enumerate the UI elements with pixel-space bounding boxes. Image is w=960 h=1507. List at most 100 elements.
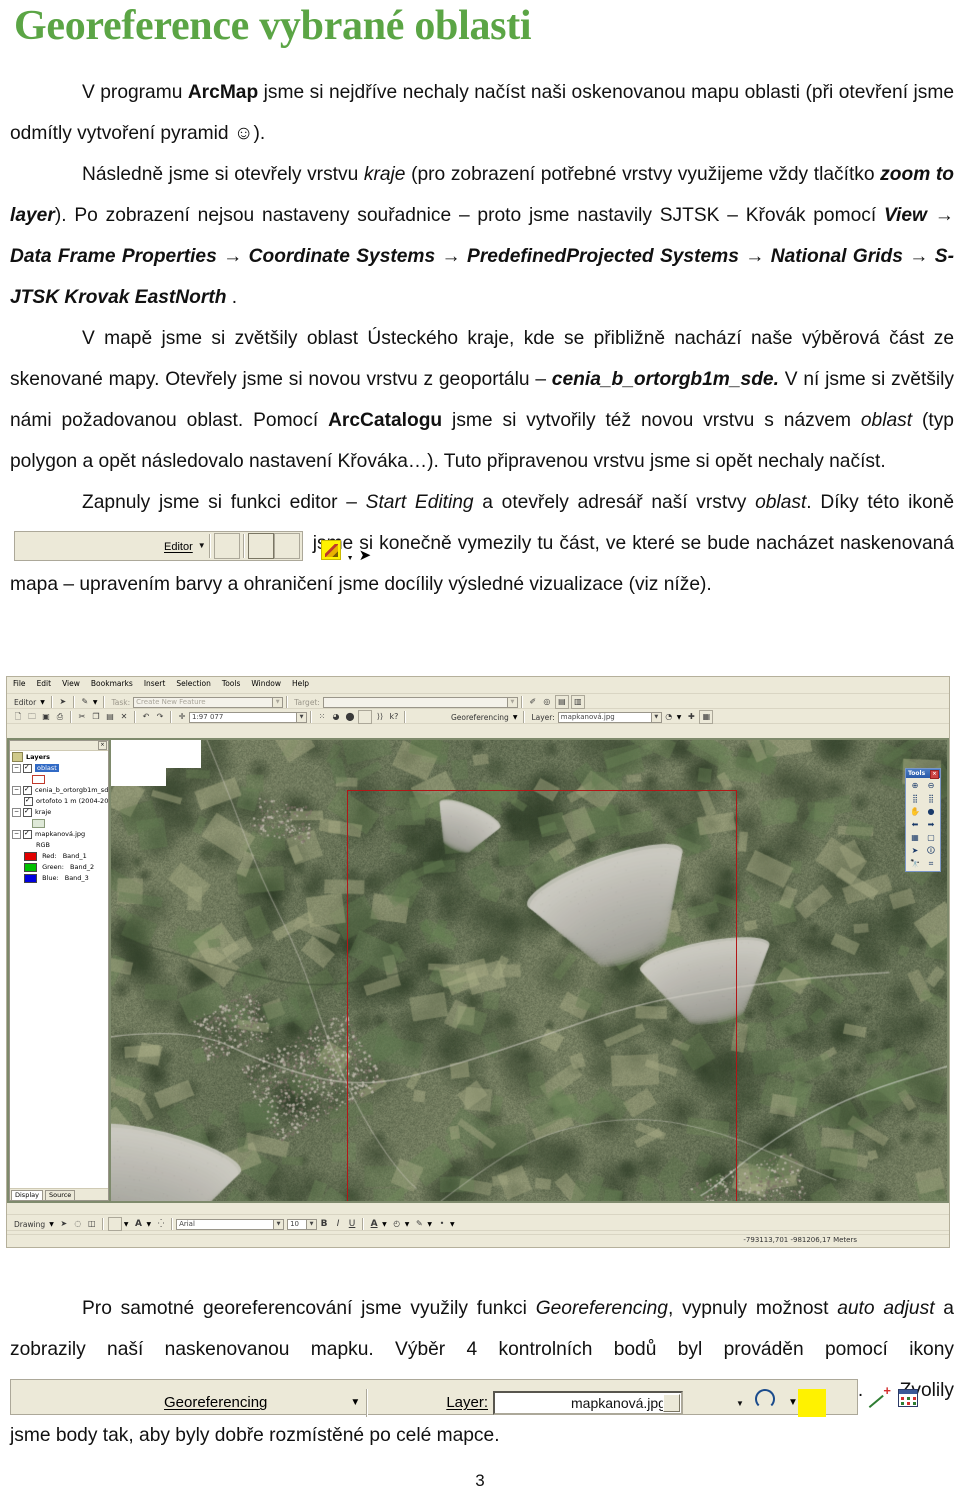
layer-visibility-checkbox[interactable] bbox=[23, 828, 32, 839]
editor-menu-button[interactable]: Editor bbox=[14, 698, 36, 707]
menu-item-window[interactable]: Window bbox=[251, 679, 281, 688]
view-link-table-icon[interactable] bbox=[826, 1388, 918, 1417]
sketch-properties-icon[interactable]: ✐ bbox=[527, 696, 539, 708]
delete-icon[interactable]: ✕ bbox=[118, 711, 130, 723]
sketch-pencil-icon[interactable] bbox=[247, 533, 341, 560]
collapse-icon[interactable]: − bbox=[12, 829, 21, 839]
tab-display[interactable]: Display bbox=[11, 1190, 43, 1200]
select-features-icon[interactable]: ▦ bbox=[907, 831, 923, 844]
menu-item-insert[interactable]: Insert bbox=[144, 679, 166, 688]
chevron-down-icon[interactable]: ▼ bbox=[513, 714, 518, 721]
chevron-down-icon[interactable]: ▼ bbox=[382, 1221, 387, 1228]
georef-layer-combobox[interactable]: mapkanová.jpg ▼ bbox=[493, 1390, 744, 1415]
task-combobox[interactable]: Create New Feature ▼ bbox=[133, 696, 284, 708]
new-text-icon[interactable]: A bbox=[132, 1218, 144, 1230]
target-combobox[interactable]: ▼ bbox=[322, 696, 518, 708]
georeferencing-menu-button[interactable]: Georeferencing bbox=[86, 1382, 273, 1423]
menu-item-view[interactable]: View bbox=[62, 679, 80, 688]
toc-sublayer-ortofoto[interactable]: ortofoto 1 m (2004-2006 bbox=[10, 795, 108, 806]
save-icon[interactable]: ▣ bbox=[40, 711, 52, 723]
sketch-window-icon[interactable]: ▥ bbox=[570, 695, 585, 709]
line-color-icon[interactable]: ✎ bbox=[413, 1218, 425, 1230]
rotate-element-icon[interactable]: ◌ bbox=[72, 1218, 84, 1230]
georeferencing-menu-button[interactable]: Georeferencing bbox=[451, 713, 509, 722]
layer-visibility-checkbox[interactable] bbox=[24, 795, 33, 806]
chevron-down-icon[interactable]: ▼ bbox=[677, 714, 682, 721]
chevron-down-icon[interactable]: ▼ bbox=[650, 712, 661, 722]
edit-tool-icon[interactable]: ➤ bbox=[57, 696, 69, 708]
menu-item-selection[interactable]: Selection bbox=[176, 679, 211, 688]
view-link-table-icon[interactable]: ▦ bbox=[699, 710, 714, 724]
chevron-down-icon[interactable]: ▼ bbox=[198, 541, 206, 550]
add-data-icon[interactable]: ✛ bbox=[176, 711, 188, 723]
chevron-down-icon[interactable]: ▼ bbox=[93, 699, 98, 706]
underline-button[interactable]: U bbox=[346, 1218, 358, 1230]
zoom-out-icon[interactable]: ⊖ bbox=[923, 779, 939, 792]
font-size-combobox[interactable]: 10 ▼ bbox=[287, 1218, 318, 1230]
chevron-down-icon[interactable]: ▼ bbox=[506, 697, 517, 707]
italic-button[interactable]: I bbox=[332, 1218, 344, 1230]
fixed-zoom-in-icon[interactable]: ⣿ bbox=[907, 792, 923, 805]
add-control-point-icon[interactable]: ✚ bbox=[685, 711, 697, 723]
cut-icon[interactable]: ✂ bbox=[76, 711, 88, 723]
full-extent-icon[interactable]: ● bbox=[923, 805, 939, 818]
model-builder-icon[interactable]: ⬤ bbox=[344, 711, 356, 723]
chevron-down-icon[interactable]: ▼ bbox=[450, 1221, 455, 1228]
undo-icon[interactable]: ↶ bbox=[140, 711, 152, 723]
menu-item-edit[interactable]: Edit bbox=[37, 679, 52, 688]
chevron-down-icon[interactable]: ▼ bbox=[306, 1219, 317, 1229]
pan-icon[interactable]: ✋ bbox=[907, 805, 923, 818]
arctoolbox-icon[interactable]: ◕ bbox=[330, 711, 342, 723]
previous-extent-icon[interactable]: ⬅ bbox=[907, 818, 923, 831]
attributes-icon[interactable]: ◎ bbox=[541, 696, 553, 708]
map-scale-combobox[interactable]: 1:97 077 ▼ bbox=[189, 711, 307, 723]
collapse-icon[interactable]: − bbox=[12, 785, 21, 795]
nudge-icon[interactable]: ⁛ bbox=[155, 1218, 167, 1230]
rotate-icon[interactable] bbox=[683, 1388, 776, 1417]
chevron-down-icon[interactable]: ▼ bbox=[273, 533, 354, 562]
chevron-down-icon[interactable]: ▼ bbox=[272, 697, 283, 707]
close-icon[interactable]: × bbox=[930, 770, 939, 779]
font-name-combobox[interactable]: Arial ▼ bbox=[176, 1218, 285, 1230]
arrow-cursor-icon[interactable]: ➤ bbox=[213, 533, 371, 564]
sketch-tool-icon[interactable]: ✎ bbox=[79, 696, 91, 708]
new-document-icon[interactable]: 🗋 bbox=[12, 711, 24, 723]
chevron-down-icon[interactable]: ▼ bbox=[40, 699, 45, 706]
oblast-polygon-outline[interactable] bbox=[347, 790, 737, 1201]
paste-icon[interactable]: ▤ bbox=[104, 711, 116, 723]
tools-palette[interactable]: Tools × ⊕ ⊖ ⣿ ⣿ ✋ ● ⬅ ➡ ▦ ▢ ➤ 🛈 🔭 ⌗ bbox=[905, 768, 941, 872]
select-elements-icon[interactable]: ➤ bbox=[58, 1218, 70, 1230]
table-of-contents-panel[interactable]: × Layers −oblast −cenia_b_ortorgb1m_sde … bbox=[9, 740, 109, 1201]
chevron-down-icon[interactable]: ▼ bbox=[663, 1393, 744, 1412]
chevron-down-icon[interactable]: ▼ bbox=[49, 1221, 54, 1228]
new-rectangle-icon[interactable] bbox=[107, 1217, 122, 1231]
bold-button[interactable]: B bbox=[318, 1218, 330, 1230]
add-control-point-icon[interactable] bbox=[797, 1386, 891, 1417]
close-icon[interactable]: × bbox=[98, 741, 107, 750]
chevron-down-icon[interactable]: ▼ bbox=[273, 1219, 284, 1229]
fill-color-icon[interactable]: ◴ bbox=[391, 1218, 403, 1230]
layer-visibility-checkbox[interactable] bbox=[23, 806, 32, 817]
show-map-tips-icon[interactable] bbox=[358, 710, 372, 724]
attributes-window-icon[interactable]: ▤ bbox=[554, 695, 569, 709]
marker-color-icon[interactable]: • bbox=[436, 1218, 448, 1230]
rotate-icon[interactable]: ◔ bbox=[663, 711, 675, 723]
zoom-in-icon[interactable]: ⊕ bbox=[907, 779, 923, 792]
collapse-icon[interactable]: − bbox=[12, 763, 21, 773]
clear-selection-icon[interactable]: ▢ bbox=[923, 831, 939, 844]
next-extent-icon[interactable]: ➡ bbox=[923, 818, 939, 831]
map-bottom-scroll-strip[interactable] bbox=[111, 1203, 947, 1213]
menu-item-bookmarks[interactable]: Bookmarks bbox=[91, 679, 133, 688]
toc-layer-mapkanova[interactable]: − mapkanová.jpg bbox=[10, 828, 108, 839]
toc-layer-oblast[interactable]: − oblast bbox=[10, 762, 108, 773]
menu-item-tools[interactable]: Tools bbox=[222, 679, 240, 688]
chevron-down-icon[interactable]: ▼ bbox=[296, 712, 306, 722]
layer-visibility-checkbox[interactable] bbox=[23, 762, 32, 773]
toc-layer-kraje[interactable]: − kraje bbox=[10, 806, 108, 817]
editor-toolbar-icon[interactable]: ⁙ bbox=[316, 711, 328, 723]
find-icon[interactable]: 🔭 bbox=[907, 857, 923, 870]
print-icon[interactable]: ⎙ bbox=[54, 711, 66, 723]
whats-this-icon[interactable]: k? bbox=[388, 711, 400, 723]
toc-layer-cenia[interactable]: − cenia_b_ortorgb1m_sde bbox=[10, 784, 108, 795]
chevron-down-icon[interactable]: ▼ bbox=[146, 1221, 151, 1228]
